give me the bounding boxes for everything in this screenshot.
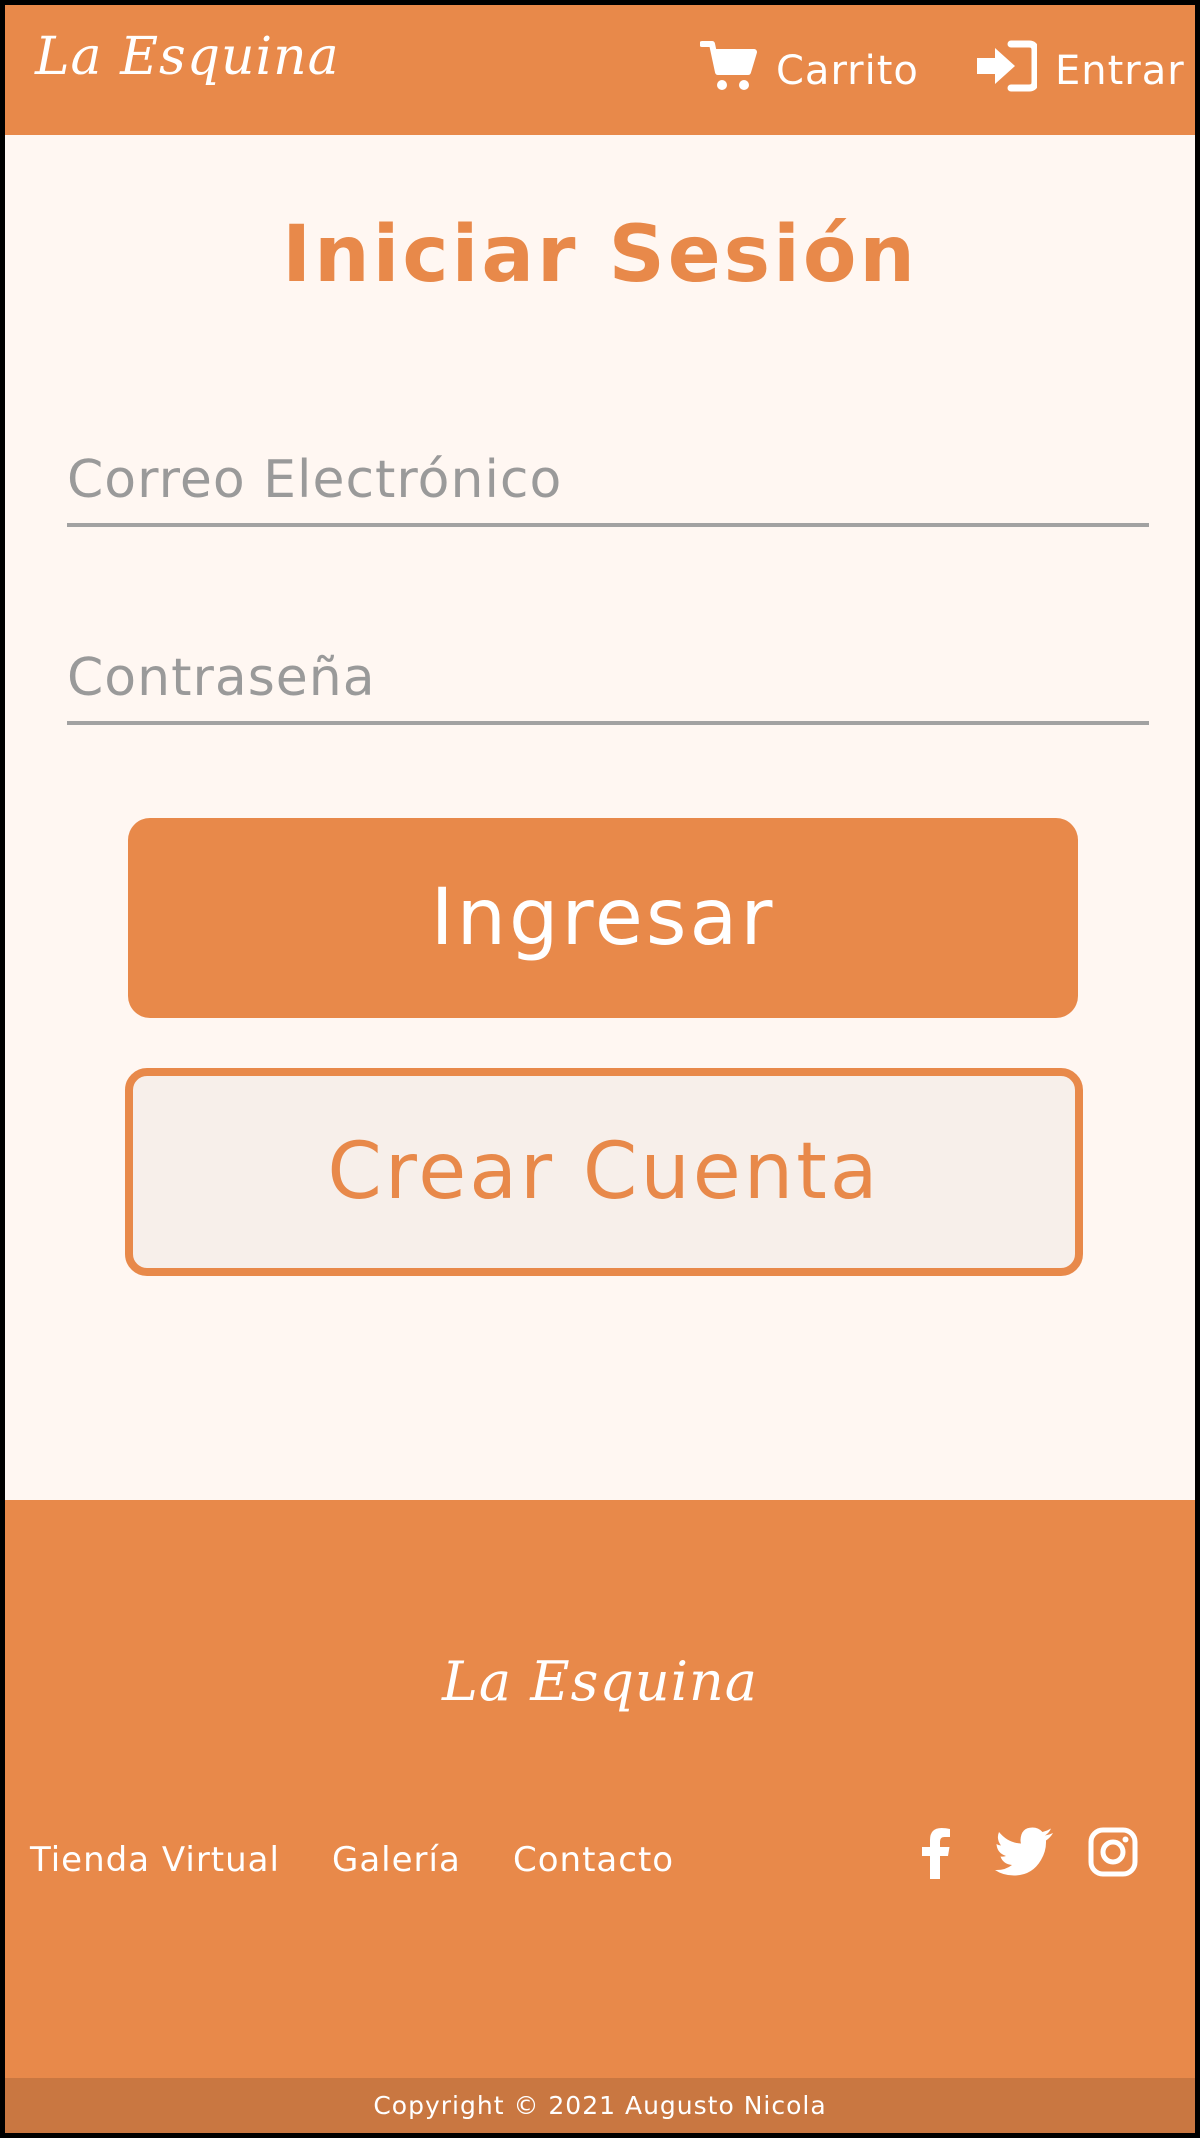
create-account-button[interactable]: Crear Cuenta <box>125 1068 1083 1276</box>
page-title: Iniciar Sesión <box>282 210 918 300</box>
twitter-icon[interactable] <box>995 1827 1055 1881</box>
instagram-icon[interactable] <box>1088 1827 1138 1881</box>
footer-logo[interactable]: La Esquina <box>5 1650 1195 1713</box>
nav-login-link[interactable]: Entrar <box>975 39 1185 103</box>
copyright-text: Copyright © 2021 Augusto Nicola <box>373 2091 827 2120</box>
sign-in-icon <box>975 40 1055 102</box>
footer-link-store[interactable]: Tienda Virtual <box>30 1840 280 1880</box>
email-field[interactable] <box>67 437 1149 527</box>
site-footer: La Esquina Tienda Virtual Galería Contac… <box>5 1500 1195 2078</box>
login-button[interactable]: Ingresar <box>128 818 1078 1018</box>
nav-cart-label: Carrito <box>776 48 919 94</box>
nav-cart-link[interactable]: Carrito <box>699 39 919 103</box>
footer-link-gallery[interactable]: Galería <box>332 1840 461 1880</box>
cart-icon <box>699 40 776 102</box>
nav-login-label: Entrar <box>1055 48 1185 94</box>
facebook-icon[interactable] <box>913 1827 961 1883</box>
footer-link-contact[interactable]: Contacto <box>513 1840 674 1880</box>
password-field[interactable] <box>67 635 1149 725</box>
page-frame: La Esquina Carrito Entrar Iniciar Sesión… <box>0 0 1200 2138</box>
copyright-bar: Copyright © 2021 Augusto Nicola <box>5 2078 1195 2133</box>
site-header: La Esquina Carrito Entrar <box>5 5 1195 135</box>
brand-logo[interactable]: La Esquina <box>35 27 340 87</box>
